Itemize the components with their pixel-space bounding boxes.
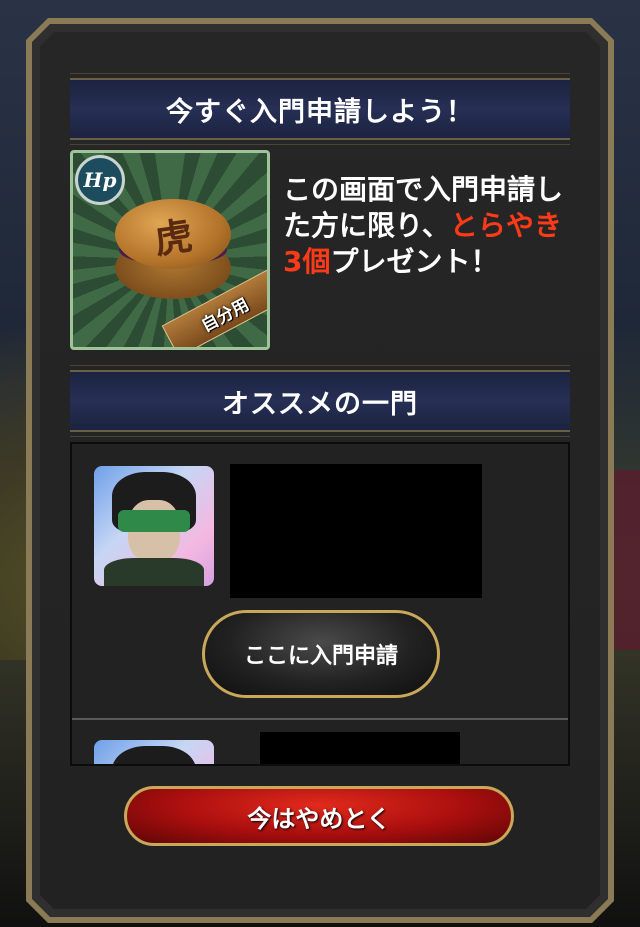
reward-item-card: Hp 虎 自分用	[70, 150, 270, 350]
recommended-title: オススメの一門	[222, 388, 418, 420]
apply-join-button[interactable]: ここに入門申請	[202, 610, 440, 698]
apply-join-label: ここに入門申請	[243, 644, 398, 669]
promo-text: この画面で入門申請した方に限り、とらやき3個プレゼント！	[283, 172, 573, 280]
apply-now-header: 今すぐ入門申請しよう！	[70, 73, 570, 145]
clan-leader-avatar	[94, 740, 214, 764]
redacted-clan-info	[260, 732, 460, 764]
recommended-list[interactable]: ここに入門申請	[70, 442, 570, 766]
torayaki-icon: 虎	[111, 195, 231, 305]
promo-text-after: プレゼント！	[330, 245, 499, 278]
dismiss-label: 今はやめとく	[247, 804, 391, 833]
apply-now-title: 今すぐ入門申請しよう！	[166, 96, 474, 128]
torayaki-crest: 虎	[151, 212, 196, 262]
redacted-clan-info	[230, 464, 482, 598]
list-divider	[72, 718, 568, 720]
clan-leader-avatar	[94, 466, 214, 586]
recommended-header: オススメの一門	[70, 365, 570, 437]
dismiss-button[interactable]: 今はやめとく	[124, 786, 514, 846]
